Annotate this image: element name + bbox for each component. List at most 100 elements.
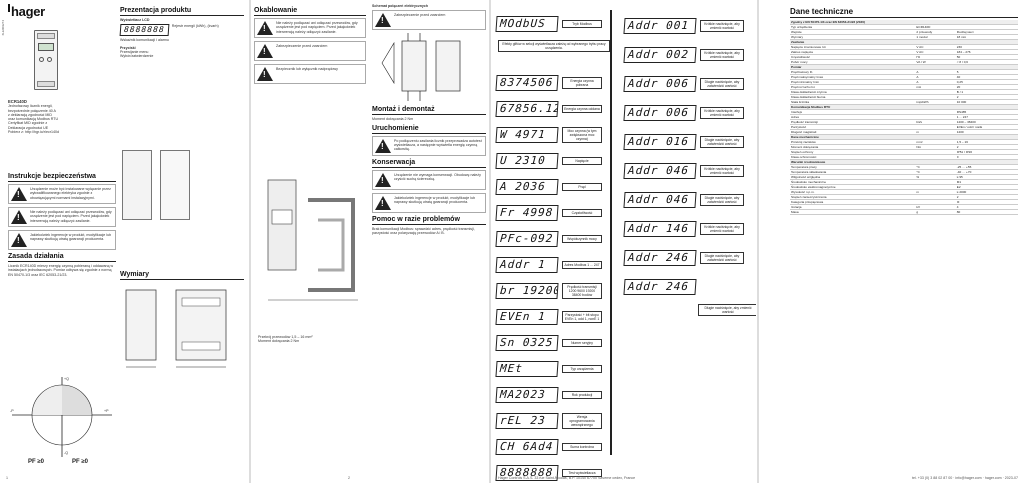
principle-title: Zasada działania [8,253,116,262]
maintenance-box-2: Jakiekolwiek ingerencje w produkt, modyf… [372,192,486,213]
startup-title: Uruchomienie [372,125,486,134]
warning-text-3: Jakiekolwiek ingerencje w produkt, modyf… [30,233,112,242]
pf-label-1: PF ≥0 [28,459,44,465]
address-step-label: Długie naciśnięcie, aby zatwierdzić wart… [700,194,744,206]
lcd-screen: Fr 4998 [495,204,559,221]
menu-step: U 2310 Napięcie [495,148,616,173]
menu-step: 8374506 Energia czynna pobrana [495,70,616,95]
help-title: Pomoc w razie problemów [372,216,486,225]
lcd-screen: MA2023 [495,386,559,403]
maintenance-title: Konserwacja [372,159,486,168]
install-title: Okablowanie [254,7,366,16]
wiring-section: Schemat połączeń elektrycznych Zabezpiec… [372,4,486,235]
lcd-note-1: Wskaźnik komunikacji i alarmu [120,38,169,43]
logo-text: hager [11,4,45,19]
axis-minus-p: -P [10,409,14,413]
address-lcd: Addr 006 [623,105,697,121]
long-press-label: Długie naciśnięcie, aby zmienić wartość [698,304,756,316]
maintenance-box: Urządzenie nie wymaga konserwacji. Obudo… [372,169,486,190]
lcd-screen: Sn 0325 [495,334,559,351]
menu-step-label: Energia czynna pobrana [562,76,602,89]
lcd-screen: br 19200 [495,282,559,299]
address-lcd: Addr 016 [623,134,697,150]
warning-icon [375,195,391,210]
menu-step-label: Typ urządzenia [562,364,602,373]
menu-step: rEL 23 Wersja oprogramowania wewnętrznego [495,408,616,433]
axis-minus-q: -Q [64,451,68,455]
wiring-diagram [381,33,461,102]
page-3: MOdbUS Tryb Modbus 8374506 Energia czynna p… [492,0,756,483]
address-step: Addr 246 Długie naciśnięcie, aby zatwierd… [623,245,752,271]
warning-icon [11,210,27,224]
address-step: Addr 006 Krótkie naciśnięcie, aby zmienić… [623,100,752,126]
install-warning-text: Nie należy podłączać ani odłączać przewo… [276,21,358,34]
address-step-label: Krótkie naciśnięcie, aby zmienić wartość [700,165,744,177]
spec-cell: 80 [955,209,1018,215]
menu-step: Addr 1 Adres Modbus 1 ... 247 [495,252,616,277]
menu-step-label: Wersja oprogramowania wewnętrznego [562,412,602,429]
safety-title: Instrukcje bezpieczeństwa [8,173,116,182]
startup-box: Po podłączeniu zasilania licznik przepro… [372,135,486,156]
menu-step: A 2036 Prąd [495,174,616,199]
dimensions-title: Wymiary [120,271,244,280]
principle-text: Licznik ECR140D mierzy energię czynną po… [8,264,114,277]
menu-step-label: Moc czynna (w tym zwiększona moc czynna) [562,126,602,143]
address-lcd: Addr 246 [623,250,697,266]
warning-icon [375,13,391,28]
warning-icon [257,44,273,58]
page-number: 2 [348,476,350,480]
keys-note-1: Wybór/zatwierdzenie [120,54,154,59]
safety-section: Instrukcje bezpieczeństwa Urządzenie moż… [8,170,116,277]
document-ref: 6LE009274 [1,20,5,36]
product-line-7: Pobierz z: http://hgr.io/r/ecr140d [8,130,59,135]
presentation-section: Prezentacja produktu Wyświetlacz LCD 888… [119,4,244,59]
tech-data-title: Dane techniczne [790,7,1018,18]
product-image [34,30,58,90]
page-footer: Hager Controls S.A.S. 33 rue Saint-Nicol… [498,476,636,480]
page-2: Okablowanie Nie należy podłączać ani odł… [252,0,488,483]
address-step: Addr 246 [623,274,752,300]
warning-icon [375,138,391,153]
page-gutter [249,0,251,483]
address-lcd: Addr 046 [623,163,697,179]
menu-step: CH 6Ad4 Suma kontrolna [495,434,616,459]
menu-step-label: Prąd [562,182,602,191]
address-step-label: Krótkie naciśnięcie, aby zmienić wartość [700,223,744,235]
terminal-top [37,33,55,39]
lcd-note-0: Rejestr energii (kWh), (kvarh) [171,24,219,29]
lcd-screen: U 2310 [495,152,559,169]
lcd-screen: MEt [495,360,559,377]
mounting-illustration [258,170,366,330]
tech-data-section: Dane techniczne Zgodny z EN 50470-1/3 or… [790,4,1018,215]
device-side-view [122,150,152,220]
wiring-warning: Zabezpieczenie przed zwarciem [372,10,486,31]
address-lcd: Addr 246 [623,279,697,295]
warning-box-3: Jakiekolwiek ingerencje w produkt, modyf… [8,230,116,250]
mount-title: Montaż i demontaż [372,106,486,116]
wiring-title: Schemat połączeń elektrycznych [372,4,429,8]
menu-step: Sn 0325 Numer seryjny [495,330,616,355]
warning-icon [11,187,27,201]
menu-step-label: Tryb Modbus [562,19,602,28]
page-gutter [757,0,759,483]
address-lcd: Addr 001 [623,18,697,34]
dimension-drawing [125,289,227,368]
power-quadrant-diagram: +Q -Q +P -P PF ≥0 PF ≥0 [8,375,116,470]
display-menu-flow: MOdbUS Tryb Modbus 8374506 Energia czynna p… [495,10,616,483]
menu-step: br 19200 Prędkość transmisji 1200 9600 19… [495,278,616,303]
menu-step: MEt Typ urządzenia [495,356,616,381]
device-display [38,43,54,51]
lcd-screen: rEL 23 [495,412,559,429]
dimensions-section: Wymiary [120,268,244,382]
address-setting-flow: Addr 001 Krótkie naciśnięcie, aby zmienić… [623,10,756,316]
warning-icon [257,21,273,35]
menu-step-label: Numer seryjny [562,338,602,347]
maintenance-text-2: Jakiekolwiek ingerencje w produkt, modyf… [394,195,476,204]
menu-step: 67856.12 Energia czynna oddana [495,96,616,121]
presentation-title: Prezentacja produktu [120,7,244,16]
address-step: Addr 001 Krótkie naciśnięcie, aby zmienić… [623,13,752,39]
lcd-screen: 8374506 [495,74,559,91]
menu-step-label: Prędkość transmisji 1200 9600 19200 3840… [562,282,602,299]
device-front-view [160,150,190,220]
menu-step: EVEn 1 Parzystość + bit stopu EVEn 1, odd… [495,304,616,329]
